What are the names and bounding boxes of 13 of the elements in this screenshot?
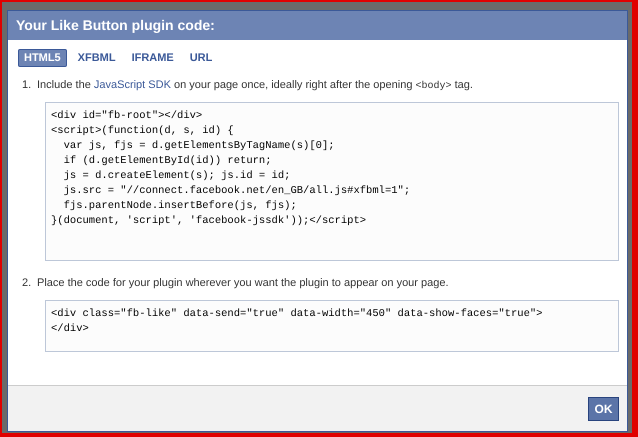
ok-button[interactable]: OK [588, 396, 619, 420]
tab[interactable]: HTML5 [18, 49, 67, 67]
step-instruction: Include the JavaScript SDK on your page once, ideally right after the opening <body> tag. [37, 78, 473, 94]
step-instruction: Place the code for your plugin wherever you want the plugin to appear on your page. [37, 276, 449, 291]
dialog-title: Your Like Button plugin code: [16, 16, 215, 35]
tab[interactable]: IFRAME [126, 49, 179, 67]
step-number: 2. [22, 276, 32, 291]
tab[interactable]: XFBML [72, 49, 121, 67]
step-number: 1. [22, 78, 32, 93]
code-box[interactable]: <div class="fb-like" data-send="true" data-width="450" data-show-faces="true"> </div> [45, 300, 619, 352]
code-box[interactable]: <div id="fb-root"></div> <script>(function(d, s, id) { var js, fjs = d.getElementsByTagName(s)[0]; if (d.getElementById(id)) return; js = d.createElement(s); js.id = id; js.src = "//connect.facebook.net/en_GB/all.js#xfbml=1"; fjs.parentNode.insertBefore(js, fjs); }(document, 'script', 'facebook-jssdk'));</script> [45, 102, 619, 261]
tab[interactable]: URL [184, 49, 218, 67]
sdk-link[interactable]: JavaScript SDK [94, 79, 171, 91]
